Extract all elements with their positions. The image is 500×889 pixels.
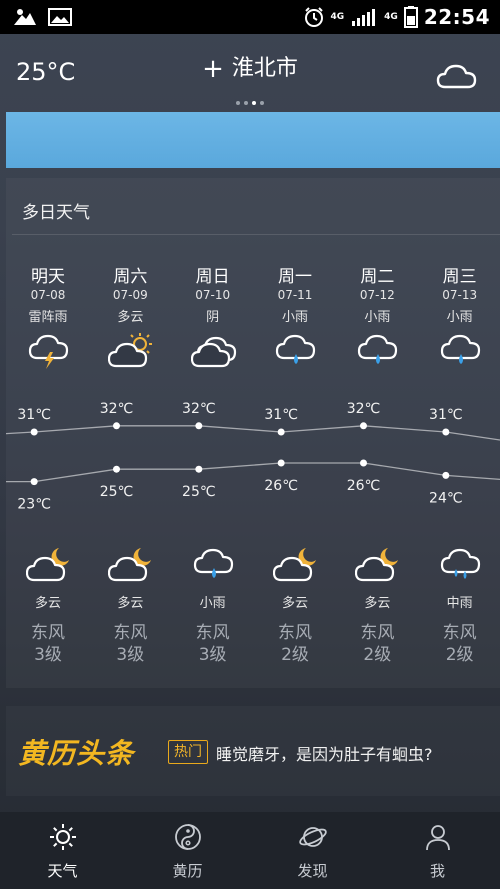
headline-logo: 黄历头条 (18, 737, 135, 770)
bottom-navigation: 天气 黄历 发现 我 (0, 812, 500, 889)
wind-level: 2级 (445, 645, 474, 665)
partly-cloudy-night-icon (355, 548, 399, 582)
day-condition: 小雨 (281, 310, 308, 325)
day-date: 07-10 (195, 288, 231, 302)
nav-label: 发现 (297, 862, 328, 880)
weather-header: 25°C + 淮北市 (0, 34, 500, 112)
day-weather-icon-wrap (26, 330, 72, 370)
day-name: 周二 (360, 267, 395, 287)
page-indicator (0, 90, 500, 109)
sun-icon (49, 824, 76, 850)
alarm-icon (304, 7, 323, 27)
partly-cloudy-day-icon (108, 333, 153, 368)
day-name: 周一 (278, 267, 312, 287)
signal-icon (352, 9, 376, 26)
day-name: 周日 (195, 267, 230, 287)
forecast-day-column[interactable]: 周二 07-12 小雨 多云 东风 2级 (335, 178, 419, 688)
night-condition: 多云 (34, 596, 61, 611)
day-condition: 多云 (117, 310, 144, 325)
day-condition: 雷阵雨 (28, 310, 68, 325)
city-selector[interactable]: + 淮北市 (0, 50, 500, 84)
plus-icon[interactable]: + (202, 54, 224, 84)
night-weather-icon-wrap (355, 544, 401, 584)
forecast-day-column[interactable]: 明天 07-08 雷阵雨 多云 东风 3级 (6, 178, 90, 688)
night-condition: 多云 (117, 596, 144, 611)
day-date: 07-12 (359, 288, 395, 302)
page-dot (236, 101, 240, 105)
day-condition: 小雨 (364, 310, 391, 325)
wind-level: 3级 (116, 645, 145, 665)
night-weather-icon-wrap (25, 544, 72, 584)
partly-cloudy-night-icon (108, 548, 152, 582)
light-rain-icon (275, 334, 316, 364)
cloud-icon (436, 64, 477, 89)
yin-yang-icon (174, 824, 201, 850)
wind-level: 2级 (281, 645, 309, 665)
night-weather-icon-wrap (191, 544, 237, 584)
light-rain-icon (358, 334, 398, 364)
night-weather-icon-wrap (272, 544, 319, 584)
day-condition: 小雨 (446, 310, 473, 325)
headline-text[interactable]: 睡觉磨牙，是因为肚子有蛔虫? (216, 741, 433, 765)
day-weather-icon-wrap (355, 330, 401, 370)
day-weather-icon-wrap (273, 330, 319, 370)
forecast-day-column[interactable]: 周六 07-09 多云 多云 东风 3级 (88, 178, 172, 688)
city-name: 淮北市 (231, 56, 298, 81)
multi-day-forecast-card: 多日天气 31℃ 32℃ 32℃ 31℃ 32℃ 31℃ 23℃ 25℃ 25℃ 26℃ 26℃ 24… (6, 178, 500, 688)
page-dot (244, 101, 248, 105)
night-condition: 多云 (281, 596, 308, 611)
hot-tag-badge: 热门 (168, 740, 208, 764)
forecast-day-column[interactable]: 周三 07-13 小雨 中雨 东风 2级 (418, 178, 500, 688)
wind-level: 3级 (198, 645, 227, 665)
day-date: 07-08 (30, 288, 66, 302)
nav-label: 黄历 (172, 862, 203, 880)
night-weather-icon-wrap (438, 544, 484, 584)
partly-cloudy-night-icon (272, 548, 316, 582)
wind-level: 2级 (363, 645, 392, 665)
forecast-day-column[interactable]: 周一 07-11 小雨 多云 东风 2级 (253, 178, 337, 688)
day-weather-icon-wrap (108, 330, 154, 370)
light-rain-icon (193, 548, 233, 578)
battery-icon (403, 6, 418, 28)
moderate-rain-icon (440, 548, 480, 579)
thunderstorm-icon (28, 334, 69, 369)
night-condition: 中雨 (446, 596, 473, 611)
nav-tab-person[interactable]: 我 (375, 812, 500, 889)
network-signal-label: 4G (384, 12, 398, 22)
day-name: 周六 (113, 267, 148, 287)
nav-tab-yin-yang[interactable]: 黄历 (125, 812, 250, 889)
day-date: 07-09 (112, 288, 148, 302)
overcast-icon (190, 336, 236, 368)
gallery-icon (48, 8, 72, 26)
light-rain-icon (440, 334, 480, 364)
status-bar: 4G 4G 22:54 (0, 0, 500, 34)
person-icon (425, 825, 450, 851)
planet-icon (298, 827, 327, 847)
banner-strip[interactable] (6, 112, 500, 168)
nav-tab-sun[interactable]: 天气 (0, 812, 125, 889)
almanac-headline[interactable]: 黄历头条 热门 睡觉磨牙，是因为肚子有蛔虫? (6, 706, 500, 796)
nav-label: 我 (429, 862, 445, 880)
night-condition: 小雨 (199, 596, 226, 611)
nav-label: 天气 (47, 862, 78, 880)
forecast-day-column[interactable]: 周日 07-10 阴小雨 东风 3级 (171, 178, 255, 688)
page-dot (252, 101, 256, 105)
night-condition: 多云 (364, 596, 391, 611)
night-weather-icon-wrap (108, 544, 154, 584)
wind-level: 3级 (34, 645, 62, 665)
day-weather-icon-wrap (190, 330, 237, 370)
day-date: 07-13 (442, 288, 478, 302)
day-weather-icon-wrap (438, 330, 484, 370)
nav-tab-planet[interactable]: 发现 (250, 812, 375, 889)
clock-time: 22:54 (423, 5, 490, 29)
page-dot (260, 101, 264, 105)
day-name: 周三 (442, 267, 477, 287)
network-type-label: 4G (330, 12, 345, 22)
day-name: 明天 (31, 267, 65, 287)
day-date: 07-11 (277, 288, 313, 302)
day-condition: 阴 (206, 310, 220, 325)
weather-mountain-icon (14, 9, 36, 25)
partly-cloudy-night-icon (25, 548, 69, 582)
